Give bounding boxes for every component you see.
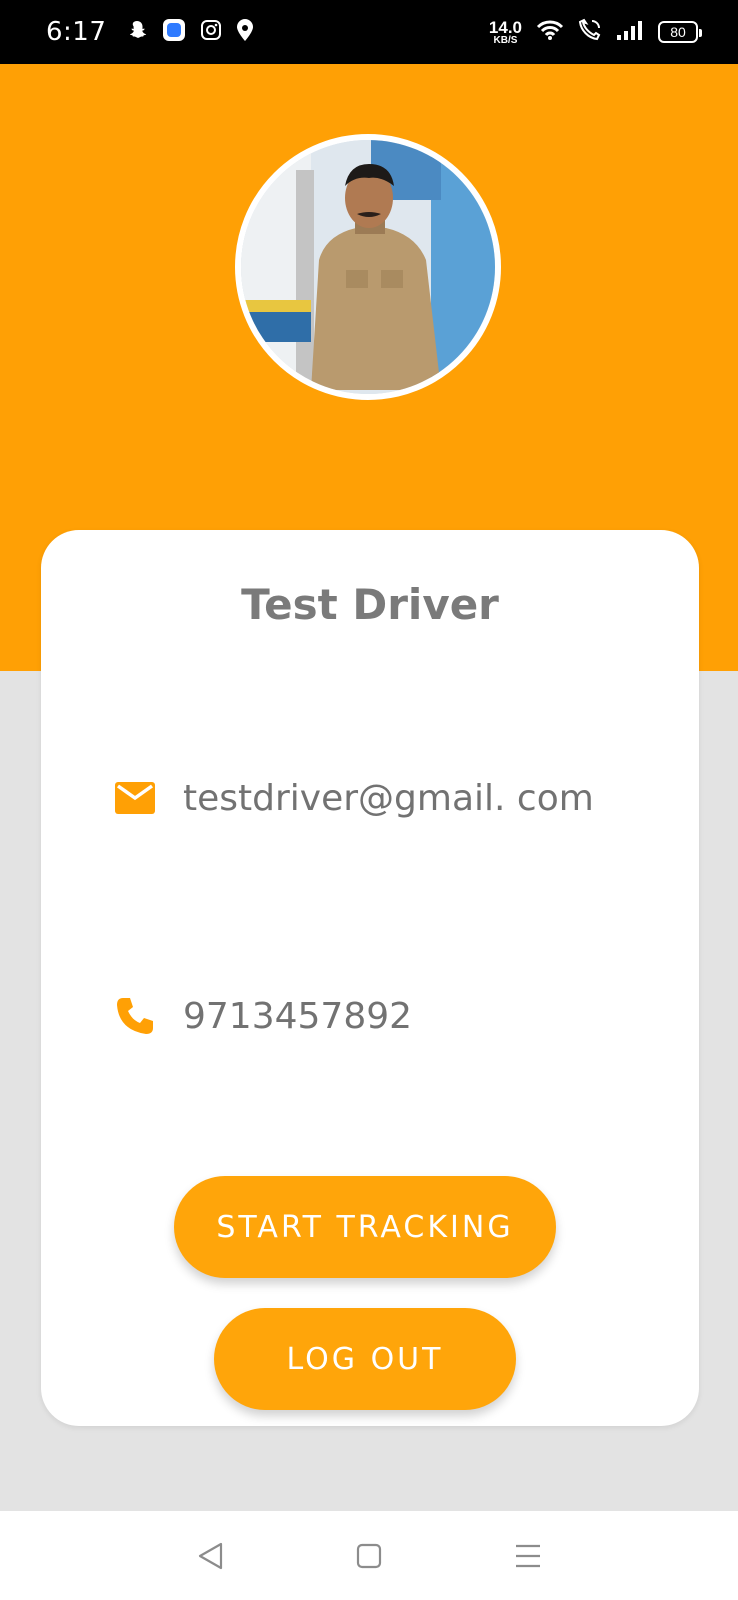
notification-icons: [126, 18, 254, 47]
system-icons: 14.0 KB/S 80: [488, 17, 702, 47]
logout-button[interactable]: LOG OUT: [214, 1308, 516, 1410]
battery-icon: 80: [658, 21, 702, 43]
home-icon[interactable]: [349, 1536, 389, 1576]
email-text[interactable]: testdriver@gmail. com: [183, 778, 594, 819]
profile-card: Test Driver testdriver@gmail. com 971345…: [41, 530, 699, 1426]
menu-icon[interactable]: [508, 1536, 548, 1576]
mail-icon: [113, 776, 157, 820]
start-tracking-button[interactable]: START TRACKING: [174, 1176, 556, 1278]
phone-text[interactable]: 9713457892: [183, 996, 412, 1037]
phone-icon: [113, 994, 157, 1038]
network-speed: 14.0 KB/S: [488, 17, 522, 46]
status-bar: 6:17 14.0 KB/S 80: [0, 0, 738, 64]
status-time: 6:17: [46, 17, 107, 47]
wifi-icon: [536, 19, 564, 46]
email-row: testdriver@gmail. com: [113, 776, 594, 820]
back-icon[interactable]: [190, 1536, 230, 1576]
navigation-bar: [0, 1511, 738, 1600]
swiggy-icon: [236, 18, 254, 47]
signal-icon: [616, 19, 644, 46]
instagram-icon: [200, 19, 222, 46]
phone-row: 9713457892: [113, 994, 412, 1038]
wifi-calling-icon: [578, 18, 602, 47]
app-icon: [162, 18, 186, 47]
avatar[interactable]: [235, 134, 501, 400]
snapchat-icon: [126, 19, 148, 46]
driver-photo: [241, 140, 495, 394]
driver-name: Test Driver: [241, 580, 499, 629]
